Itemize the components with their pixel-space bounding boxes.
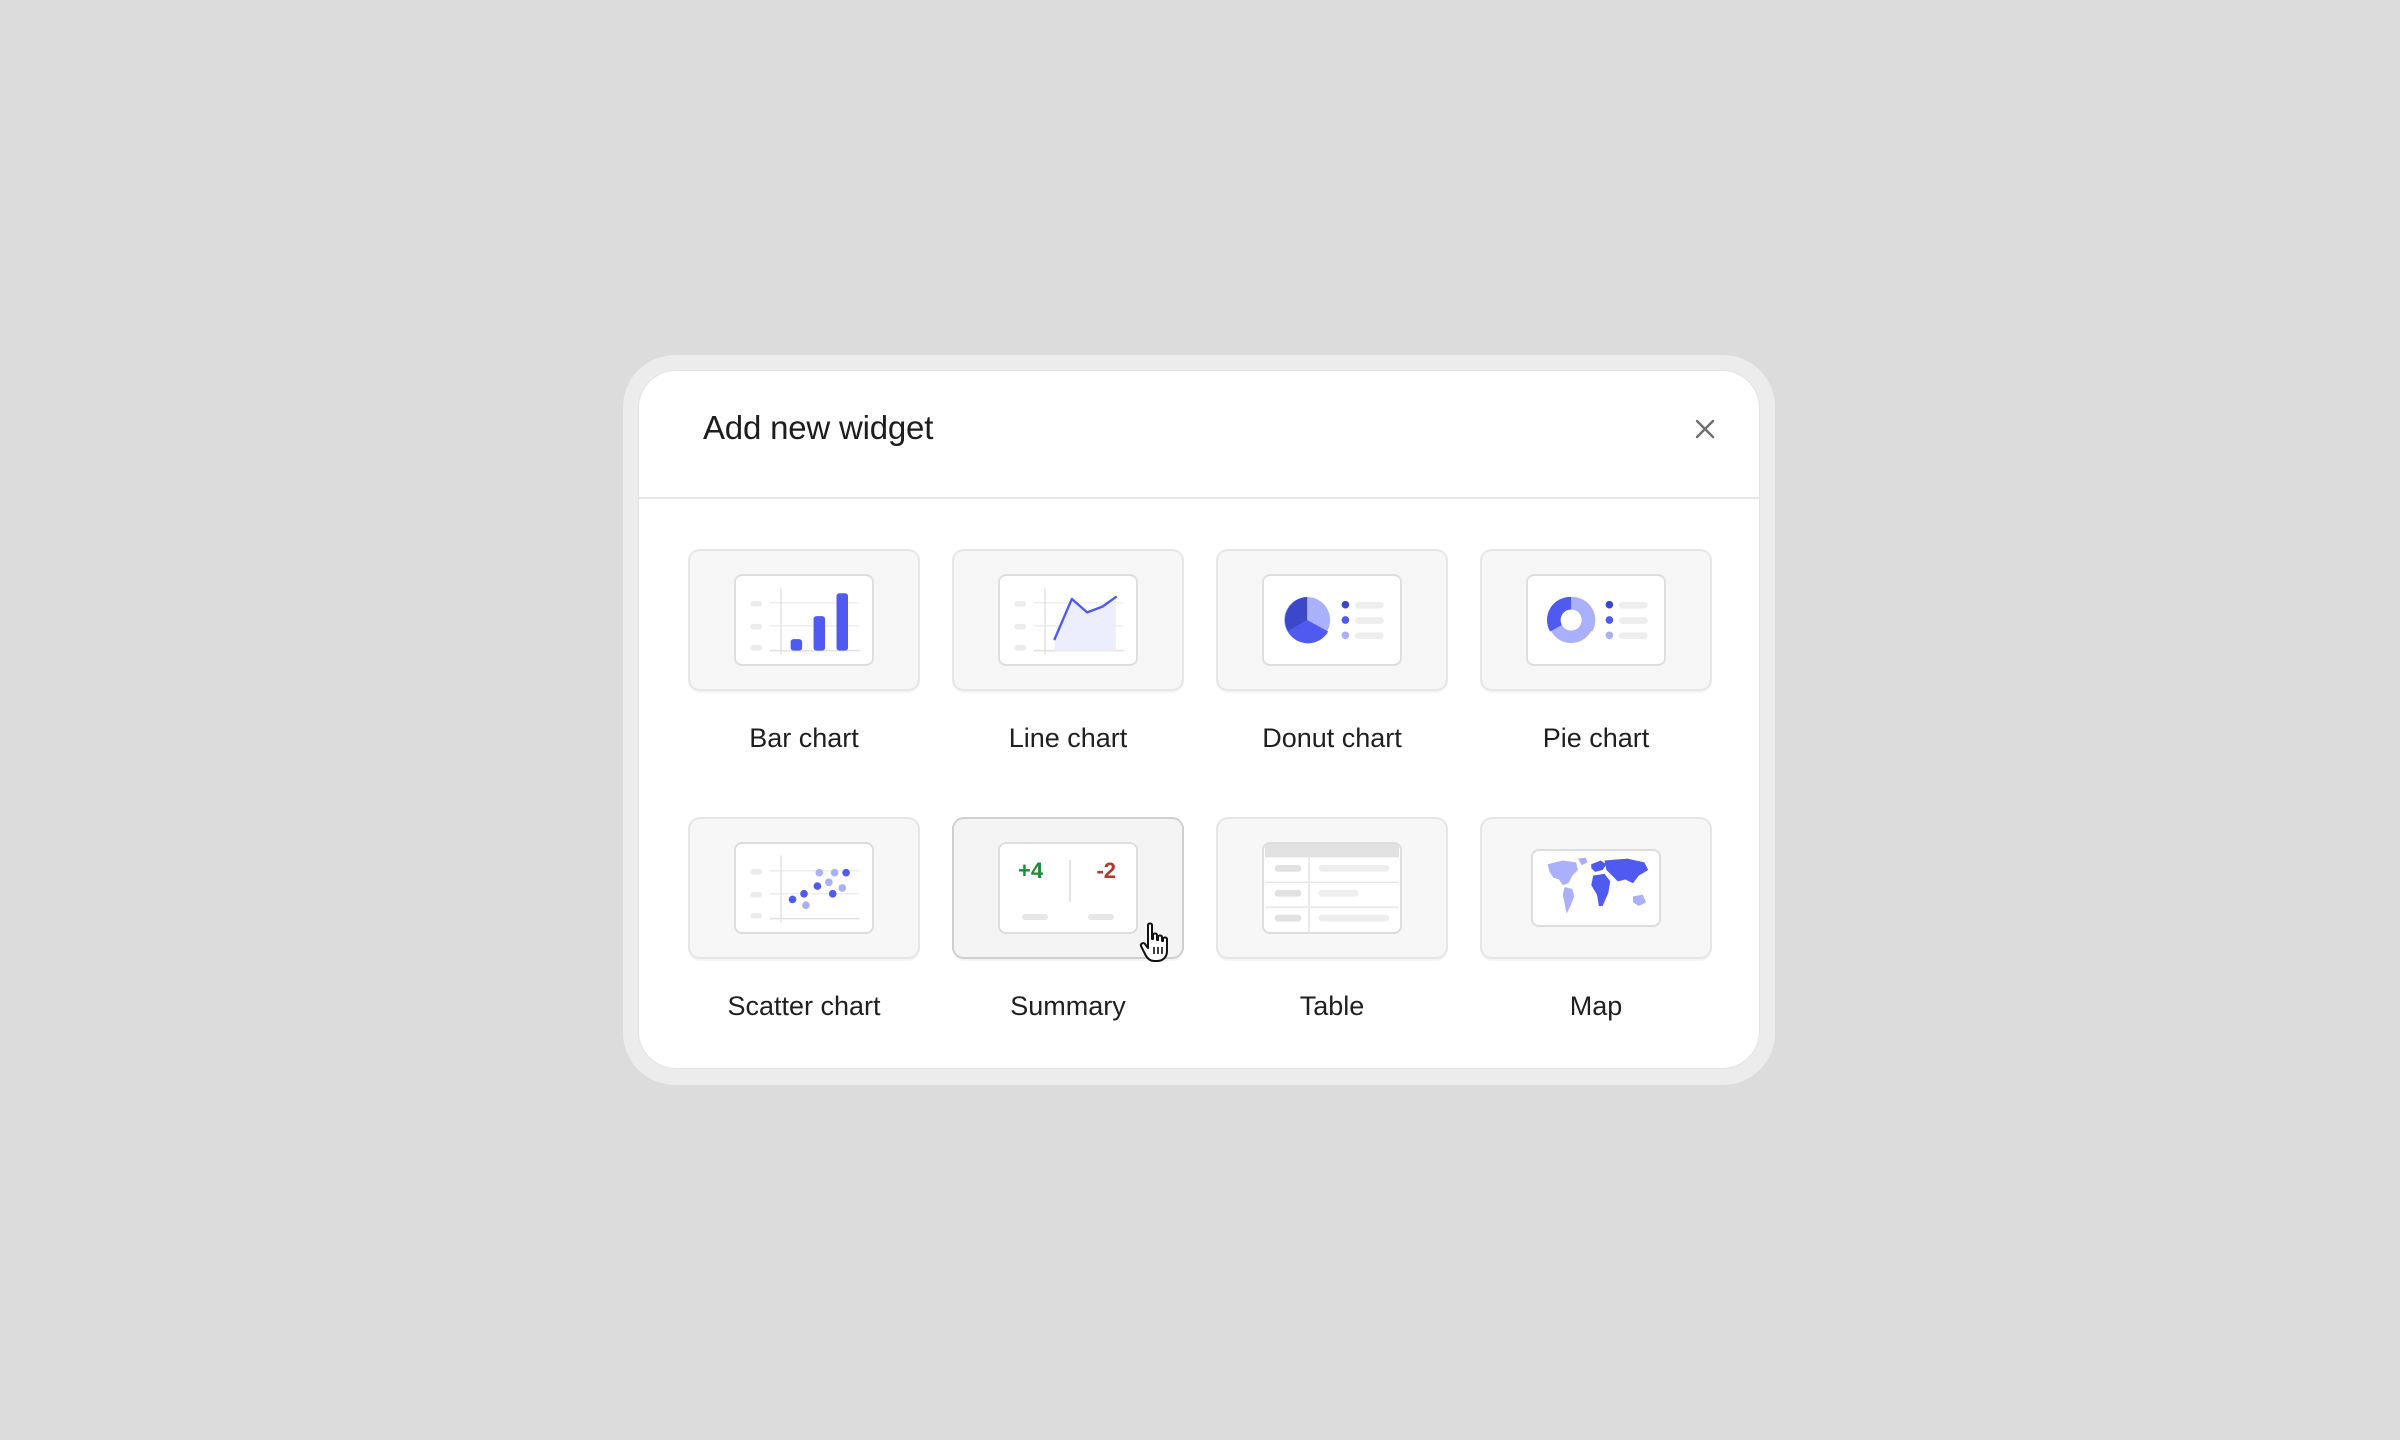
summary-positive-value: +4 xyxy=(1018,858,1044,883)
widget-label: Line chart xyxy=(1008,723,1128,753)
summary-divider xyxy=(1069,860,1071,902)
close-icon xyxy=(1695,419,1715,439)
widget-label: Pie chart xyxy=(1542,723,1650,753)
widget-label: Donut chart xyxy=(1262,723,1402,753)
widget-label: Summary xyxy=(1010,991,1126,1021)
widget-card[interactable] xyxy=(1480,817,1712,959)
widget-option-map[interactable]: Map xyxy=(1480,817,1712,1022)
widget-option-summary[interactable]: +4 -2 Summary xyxy=(952,817,1184,1022)
widget-label: Scatter chart xyxy=(727,991,881,1021)
widget-label: Table xyxy=(1299,991,1365,1021)
scatter-chart-icon xyxy=(734,842,874,934)
map-icon xyxy=(1531,849,1661,927)
widget-label: Bar chart xyxy=(749,723,859,753)
widget-card[interactable] xyxy=(688,549,920,691)
widget-option-scatter-chart[interactable]: Scatter chart xyxy=(688,817,920,1022)
pie-chart-icon xyxy=(1526,574,1666,666)
summary-placeholder-bar xyxy=(1088,914,1114,920)
widget-card[interactable] xyxy=(1216,549,1448,691)
widget-option-donut-chart[interactable]: Donut chart xyxy=(1216,549,1448,754)
widget-option-table[interactable]: Table xyxy=(1216,817,1448,1022)
dialog-title: Add new widget xyxy=(703,409,934,446)
widget-label: Map xyxy=(1569,991,1623,1021)
pointer-hand-cursor-icon xyxy=(1139,922,1168,962)
summary-icon: +4 -2 xyxy=(998,842,1138,934)
widget-option-line-chart[interactable]: Line chart xyxy=(952,549,1184,754)
widget-card[interactable] xyxy=(1480,549,1712,691)
widget-card[interactable] xyxy=(688,817,920,959)
summary-negative-value: -2 xyxy=(1096,858,1116,883)
donut-chart-icon xyxy=(1262,574,1402,666)
bar-chart-icon xyxy=(734,574,874,666)
widget-option-pie-chart[interactable]: Pie chart xyxy=(1480,549,1712,754)
dialog-header: Add new widget xyxy=(639,371,1759,499)
widget-option-bar-chart[interactable]: Bar chart xyxy=(688,549,920,754)
widget-card[interactable]: +4 -2 xyxy=(952,817,1184,962)
table-icon xyxy=(1262,842,1402,934)
widget-grid: Bar chart Line chart Donut chart Pie cha… xyxy=(688,549,1712,1022)
modal-frame: Add new widget Bar chart Line chart Donu… xyxy=(623,355,1775,1085)
summary-placeholder-bar xyxy=(1022,914,1048,920)
close-button[interactable] xyxy=(1685,409,1725,449)
widget-card[interactable] xyxy=(1216,817,1448,959)
add-widget-dialog: Add new widget Bar chart Line chart Donu… xyxy=(638,370,1760,1069)
widget-card[interactable] xyxy=(952,549,1184,691)
line-chart-icon xyxy=(998,574,1138,666)
